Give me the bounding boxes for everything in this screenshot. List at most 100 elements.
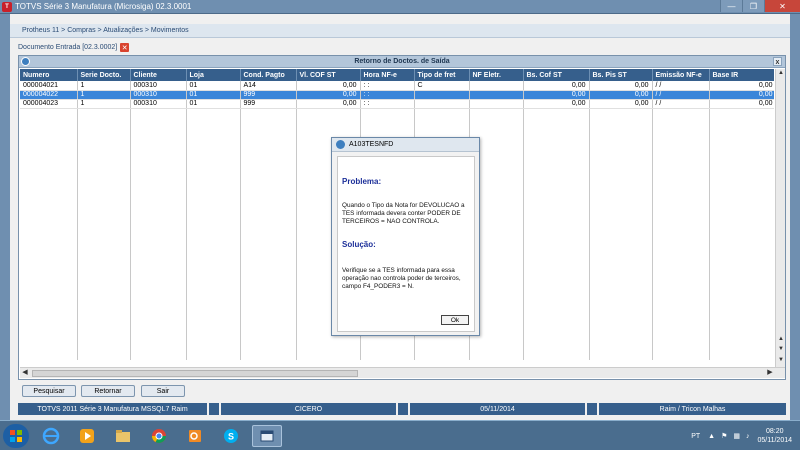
table-cell[interactable]: 0,00: [589, 81, 653, 91]
table-row[interactable]: 000004021 1 000310 01 A14 0,00: : C 0,00 0,00 / …: [20, 81, 774, 91]
column-header[interactable]: Bs. Pis ST: [589, 69, 653, 81]
table-cell[interactable]: 0,00: [523, 81, 590, 91]
table-cell[interactable]: 0,00: [296, 90, 361, 100]
table-cell[interactable]: 01: [186, 81, 241, 91]
volume-icon[interactable]: ♪: [746, 433, 750, 440]
column-header[interactable]: Tipo de fret: [414, 69, 470, 81]
table-cell[interactable]: [469, 90, 524, 100]
empty-cell: [652, 207, 710, 216]
table-cell[interactable]: : :: [360, 90, 415, 100]
table-cell[interactable]: 0,00: [523, 90, 590, 100]
flag-icon[interactable]: ⚑: [721, 432, 727, 440]
table-cell[interactable]: 1: [77, 99, 131, 109]
internet-explorer-icon[interactable]: [36, 425, 66, 447]
skype-icon[interactable]: S: [216, 425, 246, 447]
table-cell[interactable]: : :: [360, 81, 415, 91]
empty-cell: [20, 315, 78, 324]
scroll-bottom-icon[interactable]: ▼: [776, 356, 786, 365]
ok-button[interactable]: Ok: [441, 315, 469, 325]
table-cell[interactable]: 999: [240, 99, 297, 109]
horizontal-scroll-thumb[interactable]: [32, 370, 358, 377]
table-cell[interactable]: [469, 81, 524, 91]
table-cell[interactable]: 0,00: [523, 99, 590, 109]
empty-cell: [77, 216, 131, 225]
table-cell[interactable]: 000004022: [20, 90, 78, 100]
table-cell[interactable]: [469, 99, 524, 109]
protheus-icon[interactable]: [252, 425, 282, 447]
outlook-icon[interactable]: [180, 425, 210, 447]
column-header[interactable]: Emissão NF-e: [652, 69, 710, 81]
minimize-button[interactable]: —: [720, 0, 742, 12]
scroll-right-icon[interactable]: ▶: [765, 368, 775, 378]
table-cell[interactable]: / /: [652, 81, 710, 91]
empty-cell: [709, 324, 774, 333]
table-cell[interactable]: 000310: [130, 99, 187, 109]
table-cell[interactable]: A14: [240, 81, 297, 91]
table-cell[interactable]: 0,00: [709, 99, 774, 109]
table-cell[interactable]: [414, 99, 470, 109]
table-cell[interactable]: 999: [240, 90, 297, 100]
table-cell[interactable]: C: [414, 81, 470, 91]
column-header[interactable]: Base IR: [709, 69, 774, 81]
table-cell[interactable]: 000004023: [20, 99, 78, 109]
clock[interactable]: 08:20 05/11/2014: [757, 427, 792, 445]
column-header[interactable]: Vl. COF ST: [296, 69, 361, 81]
maximize-button[interactable]: ❐: [742, 0, 764, 12]
chrome-icon[interactable]: [144, 425, 174, 447]
column-header[interactable]: NF Eletr.: [469, 69, 524, 81]
table-cell[interactable]: / /: [652, 99, 710, 109]
table-cell[interactable]: 01: [186, 90, 241, 100]
horizontal-scrollbar[interactable]: ◀ ▶: [20, 367, 785, 378]
network-icon[interactable]: ▦: [733, 432, 740, 440]
table-cell[interactable]: [414, 90, 470, 100]
table-cell[interactable]: 0,00: [296, 99, 361, 109]
column-header[interactable]: Cond. Pagto: [240, 69, 297, 81]
pesquisar-button[interactable]: Pesquisar: [22, 385, 76, 397]
table-cell[interactable]: 000004021: [20, 81, 78, 91]
vertical-scrollbar[interactable]: ▲ ▲ ▼ ▼: [775, 69, 785, 367]
document-tab-label[interactable]: Documento Entrada [02.3.0002]: [18, 44, 117, 51]
empty-cell: [240, 171, 297, 180]
table-cell[interactable]: 0,00: [589, 99, 653, 109]
language-indicator[interactable]: PT: [691, 433, 700, 440]
scroll-left-icon[interactable]: ◀: [20, 368, 30, 378]
scroll-up-icon[interactable]: ▲: [776, 69, 786, 78]
empty-cell: [186, 270, 241, 279]
table-cell[interactable]: / /: [652, 90, 710, 100]
table-cell[interactable]: 0,00: [709, 90, 774, 100]
table-cell[interactable]: 000310: [130, 90, 187, 100]
panel-close-button[interactable]: x: [773, 57, 782, 66]
table-cell[interactable]: 0,00: [709, 81, 774, 91]
column-header[interactable]: Numero: [20, 69, 78, 81]
empty-cell: [523, 153, 590, 162]
table-cell[interactable]: 0,00: [589, 90, 653, 100]
table-cell[interactable]: 1: [77, 81, 131, 91]
table-cell[interactable]: 000310: [130, 81, 187, 91]
column-header[interactable]: Hora NF-e: [360, 69, 415, 81]
tab-close-icon[interactable]: ✕: [120, 43, 130, 52]
status-user: CICERO: [220, 403, 397, 415]
column-header[interactable]: Cliente: [130, 69, 187, 81]
column-header[interactable]: Serie Docto.: [77, 69, 131, 81]
empty-cell: [186, 297, 241, 306]
table-cell[interactable]: : :: [360, 99, 415, 109]
table-row[interactable]: 000004022 1 000310 01 999 0,00: :0,00 0,00 / /…: [20, 90, 774, 100]
tray-expand-icon[interactable]: ▲: [708, 433, 715, 440]
start-button[interactable]: [3, 424, 29, 448]
sair-button[interactable]: Sair: [141, 385, 185, 397]
scroll-down-icon[interactable]: ▼: [776, 345, 786, 354]
scroll-top-icon[interactable]: ▲: [776, 335, 786, 344]
column-header[interactable]: Bs. Cof ST: [523, 69, 590, 81]
empty-cell: [186, 333, 241, 342]
column-header[interactable]: Loja: [186, 69, 241, 81]
table-cell[interactable]: 0,00: [296, 81, 361, 91]
breadcrumb-text[interactable]: Protheus 11 > Compras > Atualizações > M…: [22, 27, 189, 34]
retornar-button[interactable]: Retornar: [81, 385, 135, 397]
table-cell[interactable]: 1: [77, 90, 131, 100]
table-cell[interactable]: 01: [186, 99, 241, 109]
close-window-button[interactable]: ✕: [764, 0, 800, 12]
document-tab[interactable]: Documento Entrada [02.3.0002] ✕: [18, 43, 130, 52]
table-row[interactable]: 000004023 1 000310 01 999 0,00: :0,00 0,00 / /…: [20, 99, 774, 109]
media-player-icon[interactable]: [72, 425, 102, 447]
file-explorer-icon[interactable]: [108, 425, 138, 447]
